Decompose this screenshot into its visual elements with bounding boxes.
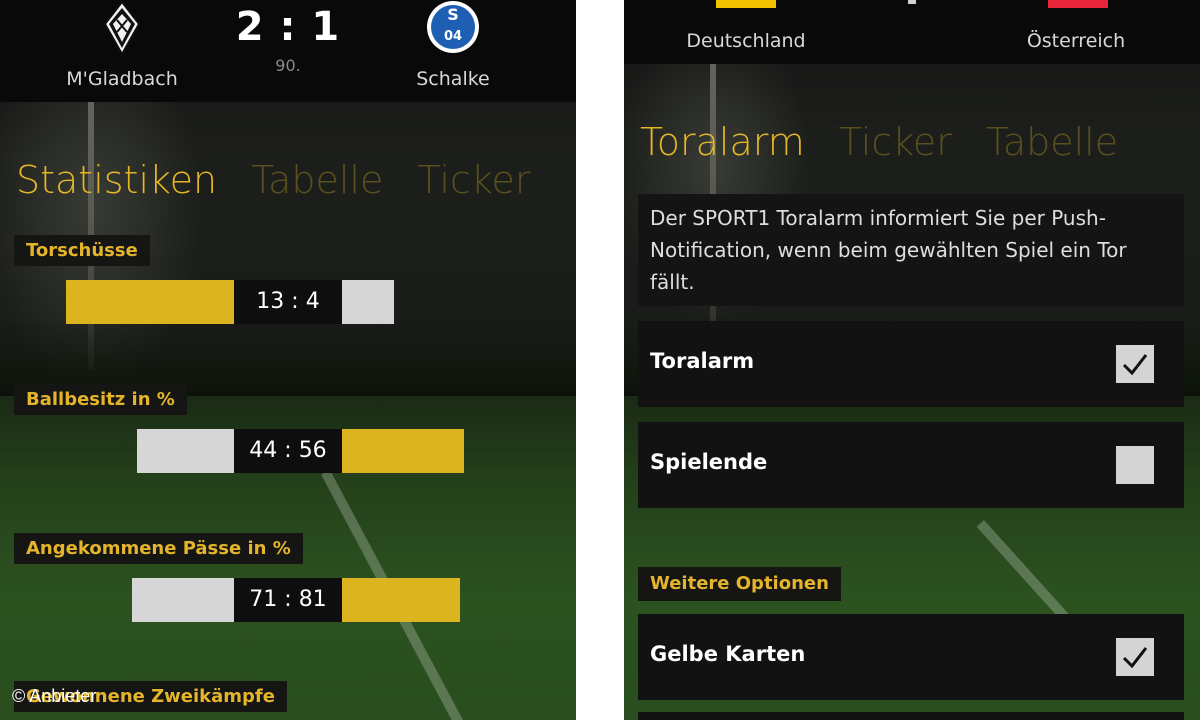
toralarm-info-text: Der SPORT1 Toralarm informiert Sie per P… bbox=[638, 194, 1184, 306]
option-label: Toralarm bbox=[650, 349, 755, 373]
spielende-checkbox[interactable] bbox=[1116, 446, 1154, 484]
left-phone-screen: M'Gladbach 2 : 1 90. S 04 Schalke Statis… bbox=[0, 0, 576, 720]
stat-value: 13 : 4 bbox=[234, 280, 342, 324]
away-country-name: Österreich bbox=[1026, 30, 1126, 52]
gelbe-karten-checkbox[interactable] bbox=[1116, 638, 1154, 676]
toralarm-checkbox[interactable] bbox=[1116, 345, 1154, 383]
checkmark-icon bbox=[1122, 354, 1148, 376]
tab-ticker[interactable]: Ticker bbox=[839, 120, 952, 164]
image-credit: © Anbieter bbox=[12, 686, 97, 706]
option-row-gelbe-karten[interactable]: Gelbe Karten bbox=[638, 614, 1184, 700]
option-label: Gelbe Karten bbox=[650, 642, 806, 666]
tab-toralarm[interactable]: Toralarm bbox=[640, 120, 805, 164]
checkmark-icon bbox=[1122, 647, 1148, 669]
match-header[interactable]: Deutschland Österreich bbox=[624, 0, 1200, 64]
tab-tabelle[interactable]: Tabelle bbox=[986, 120, 1118, 164]
gladbach-crest-icon bbox=[103, 0, 141, 56]
schalke-crest-number: 04 bbox=[444, 29, 462, 44]
stat-label-torschuesse: Torschüsse bbox=[14, 235, 150, 266]
svg-text:S: S bbox=[447, 5, 459, 24]
home-stat-bar bbox=[66, 280, 234, 324]
stat-label-paesse: Angekommene Pässe in % bbox=[14, 533, 303, 564]
section-label-weitere-optionen: Weitere Optionen bbox=[638, 567, 841, 601]
schalke-crest-icon: S 04 bbox=[427, 1, 479, 53]
stat-value: 44 : 56 bbox=[234, 429, 342, 473]
option-label: Spielende bbox=[650, 450, 768, 474]
germany-flag-icon bbox=[716, 0, 776, 8]
away-stat-bar bbox=[342, 429, 464, 473]
match-score: 2 : 1 bbox=[235, 4, 341, 50]
home-country-name: Deutschland bbox=[686, 30, 806, 52]
away-team-name: Schalke bbox=[416, 68, 490, 90]
home-stat-bar bbox=[132, 578, 234, 622]
match-header[interactable]: M'Gladbach 2 : 1 90. S 04 Schalke bbox=[0, 0, 576, 102]
pivot-tabs: Statistiken Tabelle Ticker bbox=[16, 158, 565, 202]
home-stat-bar bbox=[137, 429, 234, 473]
tab-statistiken[interactable]: Statistiken bbox=[16, 158, 217, 202]
pivot-tabs: Toralarm Ticker Tabelle bbox=[640, 120, 1152, 164]
match-minute: 90. bbox=[275, 56, 301, 75]
tab-ticker[interactable]: Ticker bbox=[417, 158, 530, 202]
option-row-toralarm[interactable]: Toralarm bbox=[638, 321, 1184, 407]
austria-flag-icon bbox=[1048, 0, 1108, 8]
away-stat-bar bbox=[342, 578, 460, 622]
stat-label-ballbesitz: Ballbesitz in % bbox=[14, 384, 187, 415]
away-stat-bar bbox=[342, 280, 394, 324]
option-row-next[interactable] bbox=[638, 712, 1184, 720]
home-team-name: M'Gladbach bbox=[66, 68, 178, 90]
option-row-spielende[interactable]: Spielende bbox=[638, 422, 1184, 508]
right-phone-screen: Deutschland Österreich Toralarm Ticker T… bbox=[624, 0, 1200, 720]
tab-tabelle[interactable]: Tabelle bbox=[251, 158, 383, 202]
stat-value: 71 : 81 bbox=[234, 578, 342, 622]
score-separator bbox=[908, 0, 916, 4]
